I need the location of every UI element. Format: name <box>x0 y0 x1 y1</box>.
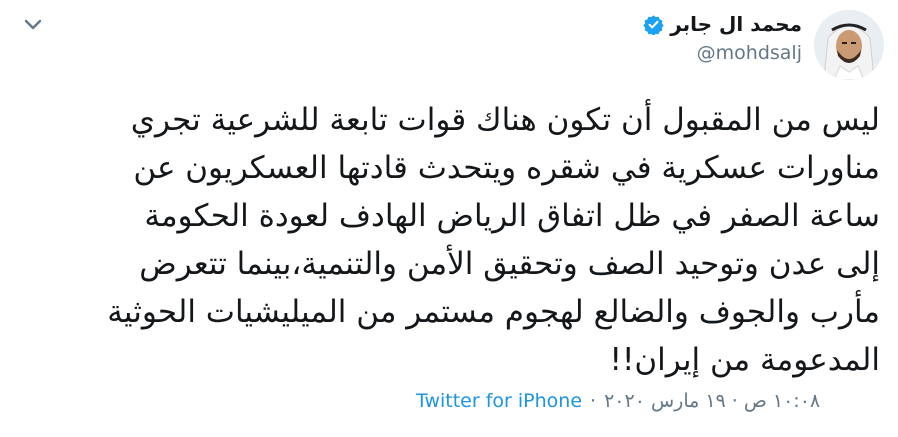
meta-separator: · <box>590 390 597 412</box>
user-handle[interactable]: @mohdsalj <box>697 42 802 64</box>
tweet-line: المدعومة من إيران!! <box>609 342 880 378</box>
name-row: محمد ال جابر <box>643 12 802 36</box>
avatar[interactable] <box>814 10 884 80</box>
tweet-source-link[interactable]: Twitter for iPhone <box>416 390 582 412</box>
tweet-timestamp[interactable]: ١٠:٠٨ ص · ١٩ مارس ٢٠٢٠ <box>604 390 820 412</box>
chevron-down-icon[interactable] <box>22 14 44 36</box>
verified-badge-icon <box>643 14 664 36</box>
tweet-line: ليس من المقبول أن تكون هناك قوات تابعة ل… <box>130 102 880 138</box>
tweet-line: إلى عدن وتوحيد الصف وتحقيق الأمن والتنمي… <box>139 246 880 282</box>
tweet-meta: Twitter for iPhone · ١٠:٠٨ ص · ١٩ مارس ٢… <box>416 390 820 412</box>
user-info: محمد ال جابر @mohdsalj <box>302 12 802 64</box>
display-name[interactable]: محمد ال جابر <box>670 12 802 36</box>
tweet-line: مأرب والجوف والضالع لهجوم مستمر من الميل… <box>107 294 880 330</box>
tweet-line: مناورات عسكرية في شقره ويتحدث قادتها الع… <box>133 150 880 186</box>
tweet-text: ليس من المقبول أن تكون هناك قوات تابعة ل… <box>20 96 880 384</box>
tweet-line: ساعة الصفر في ظل اتفاق الرياض الهادف لعو… <box>144 198 880 234</box>
